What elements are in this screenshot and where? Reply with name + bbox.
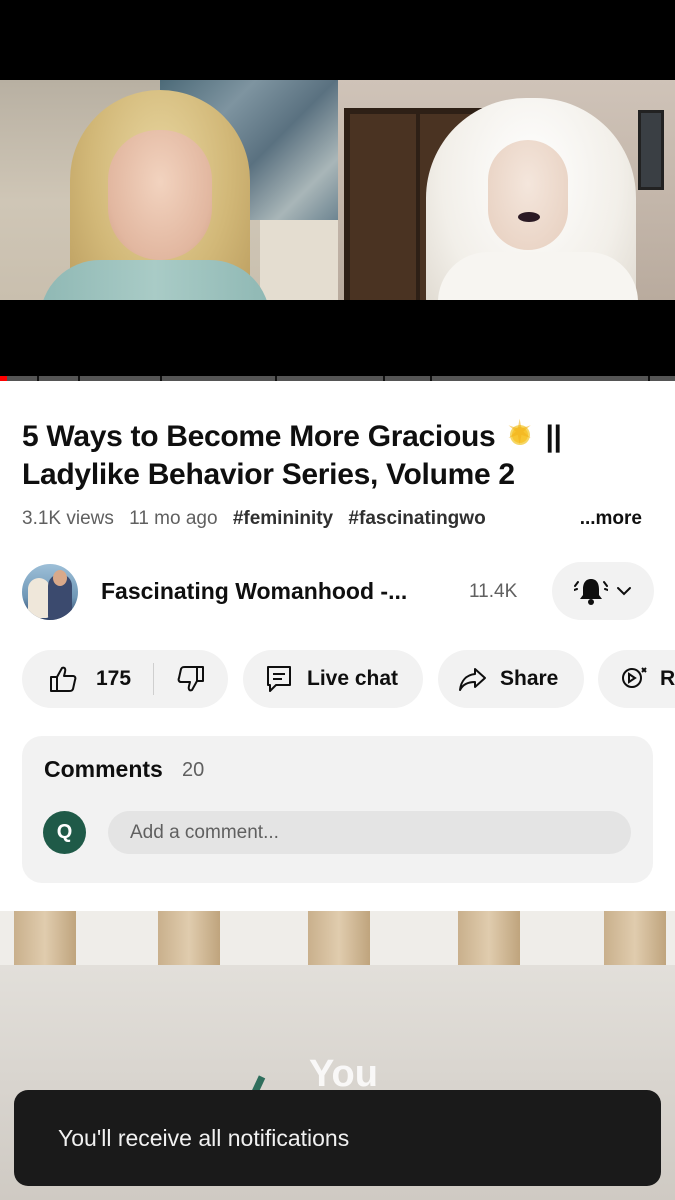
sun-emoji-icon	[503, 414, 537, 452]
action-bar: 175 Live chat Share R	[22, 650, 675, 708]
chat-bubble-icon	[267, 666, 291, 692]
progress-played	[0, 376, 7, 381]
channel-avatar[interactable]	[22, 564, 78, 620]
comments-count: 20	[182, 759, 205, 781]
share-label: Share	[500, 667, 559, 690]
video-progress-bar[interactable]	[0, 376, 675, 381]
notification-toast: You'll receive all notifications	[14, 1090, 661, 1186]
like-count[interactable]: 175	[96, 667, 131, 691]
video-right-camera-feed	[338, 80, 675, 300]
comments-heading: Comments	[44, 756, 163, 782]
live-chat-label: Live chat	[307, 667, 399, 690]
hashtag-fascinating[interactable]: #fascinatingwo	[348, 508, 485, 529]
upload-age: 11 mo ago	[129, 508, 218, 529]
view-count: 3.1K views	[22, 508, 114, 529]
chevron-down-icon	[617, 587, 631, 596]
like-dislike-group: 175	[22, 650, 228, 708]
add-comment-input[interactable]	[108, 811, 631, 854]
video-player[interactable]	[0, 0, 675, 381]
remix-icon	[622, 667, 647, 688]
user-avatar: Q	[43, 811, 86, 854]
video-title[interactable]: 5 Ways to Become More Gracious || Ladyli…	[22, 414, 652, 494]
thumbs-down-icon[interactable]	[176, 664, 206, 694]
subscriber-count: 11.4K	[469, 581, 518, 602]
video-meta[interactable]: 3.1K views 11 mo ago #femininity #fascin…	[22, 508, 652, 534]
thumbs-up-icon[interactable]	[48, 664, 78, 694]
toast-message: You'll receive all notifications	[58, 1125, 350, 1151]
video-left-camera-feed	[0, 80, 338, 300]
notification-settings-button[interactable]	[552, 562, 654, 620]
remix-label: R	[660, 667, 675, 690]
remix-button[interactable]: R	[598, 650, 675, 708]
live-chat-button[interactable]: Live chat	[243, 650, 423, 708]
share-arrow-icon	[459, 668, 486, 691]
channel-row[interactable]: Fascinating Womanhood -... 11.4K	[22, 562, 654, 622]
hashtag-femininity[interactable]: #femininity	[233, 508, 333, 529]
video-frame[interactable]	[0, 80, 675, 300]
share-button[interactable]: Share	[438, 650, 584, 708]
channel-name[interactable]: Fascinating Womanhood -...	[101, 578, 407, 605]
comments-section[interactable]: Comments 20 Q	[22, 736, 653, 883]
more-link[interactable]: ...more	[539, 508, 642, 534]
bell-ring-icon	[574, 579, 608, 605]
